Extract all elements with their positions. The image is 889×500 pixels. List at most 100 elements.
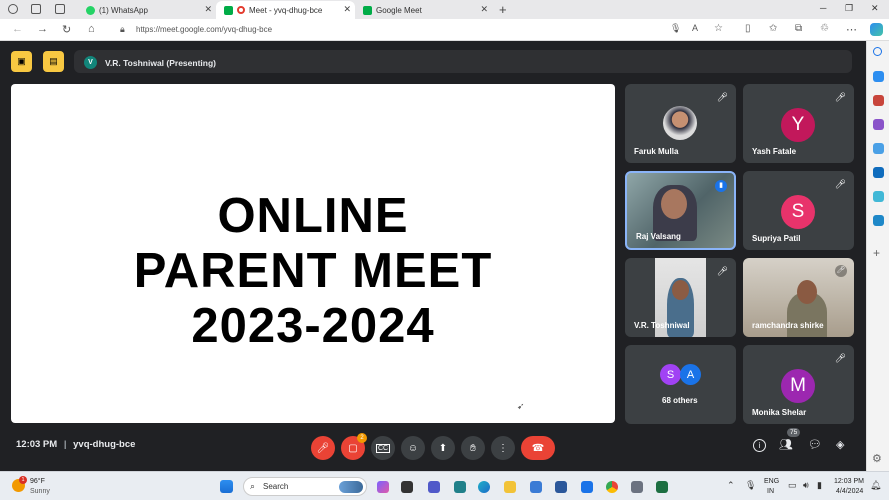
microsoft365-icon[interactable] <box>873 143 884 154</box>
participant-tile[interactable]: S 🎤︎ Supriya Patil <box>743 171 854 250</box>
drop-icon[interactable] <box>873 191 884 202</box>
forward-icon[interactable]: → <box>37 23 48 35</box>
notification-badge: 2 <box>357 433 367 443</box>
mic-toggle-button[interactable]: 🎤︎ <box>311 436 335 460</box>
games-icon[interactable] <box>873 119 884 130</box>
tab-meet[interactable]: Meet - yvq-dhug-bce ✕ <box>216 1 355 19</box>
camera-toggle-button[interactable]: ▢ 2 <box>341 433 367 460</box>
taskbar-clock-time[interactable]: 12:03 PM <box>834 478 864 485</box>
participant-name: Faruk Mulla <box>634 147 679 156</box>
meet-icon <box>224 5 233 15</box>
excel-icon[interactable] <box>656 481 668 493</box>
reactions-button[interactable]: ☺ <box>401 436 425 460</box>
outlook-icon[interactable] <box>873 167 884 178</box>
participant-tile[interactable]: 🎤︎ ramchandra shirke <box>743 258 854 337</box>
tab-actions-icon[interactable] <box>55 4 65 14</box>
copilot-icon[interactable] <box>377 481 389 493</box>
mic-muted-icon: 🎤︎ <box>716 266 728 276</box>
workspaces-icon[interactable] <box>31 4 41 14</box>
mic-icon[interactable]: 🎙︎ <box>745 480 756 491</box>
captions-button[interactable]: CC <box>371 436 395 460</box>
favorites-icon[interactable]: ✩ <box>769 23 777 34</box>
add-sidebar-icon[interactable]: + <box>873 246 880 260</box>
more-menu-icon[interactable]: ⋯ <box>846 23 857 36</box>
tab-label: (1) WhatsApp <box>99 5 148 15</box>
others-tile[interactable]: S A 68 others <box>625 345 736 424</box>
back-icon[interactable]: ← <box>12 23 23 35</box>
tab-whatsapp[interactable]: (1) WhatsApp ✕ <box>78 1 216 19</box>
slide-line-2: PARENT MEET <box>133 244 493 298</box>
split-screen-icon[interactable]: ▯ <box>745 23 751 34</box>
participant-tile[interactable]: M 🎤︎ Monika Shelar <box>743 345 854 424</box>
url-field[interactable]: https://meet.google.com/yvq-dhug-bce <box>118 22 738 38</box>
raise-hand-button[interactable]: ✋︎ <box>461 436 485 460</box>
app-icon[interactable] <box>454 481 466 493</box>
close-tab-icon[interactable]: ✕ <box>204 4 212 15</box>
participant-tile[interactable]: 🎤︎ Faruk Mulla <box>625 84 736 163</box>
designer-icon[interactable] <box>873 215 884 226</box>
edge-icon[interactable] <box>478 481 490 493</box>
collections-icon[interactable]: ⧉ <box>795 23 802 34</box>
present-screen-icon: ⬆ <box>438 442 448 454</box>
chat-icon[interactable]: 💬︎ <box>808 438 822 451</box>
participant-tile[interactable]: Y 🎤︎ Yash Fatale <box>743 84 854 163</box>
app-icon[interactable] <box>555 481 567 493</box>
search-icon[interactable] <box>873 47 882 56</box>
mic-icon[interactable]: 🎙︎ <box>670 23 681 34</box>
settings-icon[interactable] <box>631 481 643 493</box>
shopping-icon[interactable] <box>873 71 884 82</box>
taskbar-search[interactable]: ⌕ Search <box>243 477 367 496</box>
more-options-button[interactable]: ⋮ <box>491 436 515 460</box>
layout-button[interactable]: ▤ <box>43 51 64 72</box>
file-explorer-icon[interactable] <box>504 481 516 493</box>
emoji-icon: ☺ <box>407 442 419 454</box>
task-view-icon[interactable] <box>401 481 413 493</box>
people-count-badge: 75 <box>787 428 801 437</box>
teams-icon[interactable] <box>428 481 440 493</box>
settings-icon[interactable]: ⚙ <box>872 452 882 465</box>
participant-tile[interactable]: 🎤︎ V.R. Toshniwal <box>625 258 736 337</box>
chrome-icon[interactable] <box>606 481 618 493</box>
video-feed-face <box>672 280 689 300</box>
home-icon[interactable]: ⌂ <box>88 23 95 35</box>
read-aloud-icon[interactable]: A <box>692 23 698 33</box>
presenter-label: V.R. Toshniwal (Presenting) <box>105 57 216 68</box>
info-icon[interactable]: i <box>753 439 766 452</box>
tab-google-meet[interactable]: Google Meet ✕ <box>355 1 492 19</box>
minimize-icon[interactable]: ─ <box>820 3 826 13</box>
avatar: S <box>781 195 815 229</box>
presentation-slide: ONLINE PARENT MEET 2023-2024 <box>11 84 615 423</box>
close-tab-icon[interactable]: ✕ <box>343 4 351 15</box>
mail-icon[interactable] <box>581 481 593 493</box>
tools-icon[interactable] <box>873 95 884 106</box>
people-icon[interactable]: 👥︎ <box>779 438 793 451</box>
favorite-icon[interactable]: ☆ <box>714 23 723 34</box>
new-tab-button[interactable]: + <box>499 2 507 17</box>
participant-name: Yash Fatale <box>752 147 797 156</box>
profile-icon[interactable] <box>8 4 18 14</box>
speaking-indicator-icon: ▮ <box>715 180 727 192</box>
tab-label: Meet - yvq-dhug-bce <box>249 5 323 15</box>
weather-temp: 96°F <box>30 478 45 485</box>
participant-tile-speaking[interactable]: ▮ Raj Valsang <box>625 171 736 250</box>
notification-icon[interactable]: 🔔︎ <box>870 480 881 491</box>
close-tab-icon[interactable]: ✕ <box>480 4 488 15</box>
copilot-icon[interactable] <box>870 23 883 36</box>
start-icon[interactable] <box>220 480 233 493</box>
leave-call-button[interactable]: ☎ <box>521 436 555 460</box>
camera-off-button[interactable]: ▣ <box>11 51 32 72</box>
participant-name: Raj Valsang <box>636 232 681 241</box>
volume-icon[interactable]: 🔊︎ <box>803 480 809 491</box>
mic-muted-icon: 🎤︎ <box>834 353 846 363</box>
network-icon[interactable]: ▭ <box>788 480 797 491</box>
lang-line1[interactable]: ENG <box>764 478 779 485</box>
close-icon[interactable]: ✕ <box>871 3 879 14</box>
activities-icon[interactable]: ◈ <box>836 438 844 451</box>
extensions-icon[interactable]: ♲ <box>820 23 829 34</box>
battery-icon[interactable]: ▮ <box>817 480 822 491</box>
refresh-icon[interactable]: ↻ <box>62 23 71 36</box>
present-button[interactable]: ⬆ <box>431 436 455 460</box>
store-icon[interactable] <box>530 481 542 493</box>
restore-icon[interactable]: ❐ <box>845 3 853 14</box>
tray-chevron-icon[interactable]: ⌃ <box>727 480 735 491</box>
